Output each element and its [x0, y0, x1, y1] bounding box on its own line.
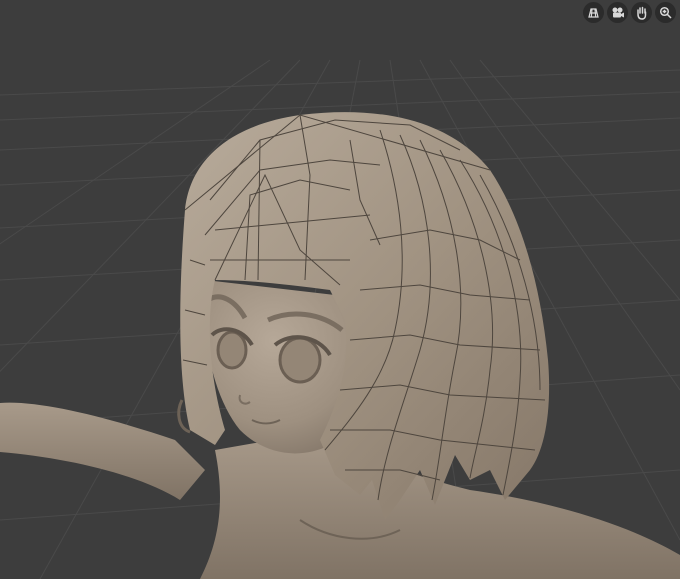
toggle-view-button[interactable] [583, 2, 604, 23]
camera-view-icon [612, 7, 624, 18]
3d-viewport[interactable] [0, 0, 680, 579]
toggle-view-icon [588, 8, 599, 18]
zoom-view-button[interactable] [655, 2, 676, 23]
pan-view-button[interactable] [631, 2, 652, 23]
pan-view-icon [637, 6, 647, 20]
viewport-scene [0, 59, 680, 579]
camera-view-button[interactable] [607, 2, 628, 23]
viewport-navigation [583, 2, 676, 23]
zoom-view-icon [659, 6, 672, 19]
